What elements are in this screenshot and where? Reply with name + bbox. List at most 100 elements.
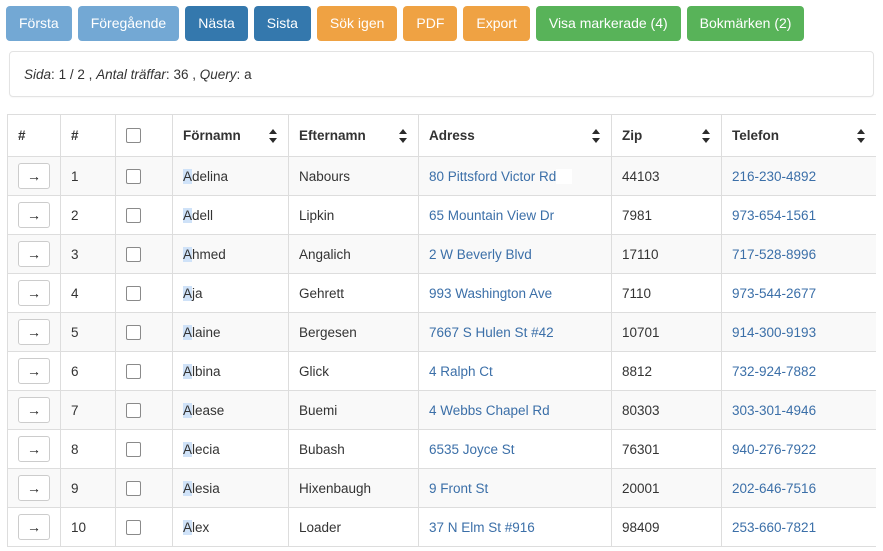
table-row: → 2 Adell Lipkin 65 Mountain View Dr 7981 973-… [7, 195, 876, 235]
phone-link[interactable]: 216-230-4892 [732, 169, 816, 184]
arrow-right-icon[interactable]: → [18, 436, 50, 462]
row-checkbox[interactable] [126, 480, 141, 496]
results-table-container: # # Förnamn Efternamn Adress Zip Telefon… [7, 114, 876, 551]
cell-zip: 8812 [611, 351, 722, 391]
sort-icon[interactable] [592, 128, 601, 143]
arrow-right-icon[interactable]: → [18, 475, 50, 501]
row-select-cell[interactable] [115, 195, 173, 235]
address-link[interactable]: 993 Washington Ave [429, 286, 552, 301]
cell-first-name: Alease [172, 390, 289, 430]
phone-link[interactable]: 717-528-8996 [732, 247, 816, 262]
first-name-rest: lease [192, 402, 225, 418]
row-number: 5 [60, 312, 116, 352]
address-link[interactable]: 7667 S Hulen St #42 [429, 325, 554, 340]
sort-icon[interactable] [269, 128, 278, 143]
search-match-highlight: A [183, 480, 193, 496]
row-select-cell[interactable] [115, 156, 173, 196]
column-header-zip[interactable]: Zip [611, 114, 722, 157]
row-select-cell[interactable] [115, 507, 173, 547]
row-go-cell: → [7, 156, 61, 196]
phone-link[interactable]: 732-924-7882 [732, 364, 816, 379]
phone-link[interactable]: 973-654-1561 [732, 208, 816, 223]
first-name-rest: lesia [192, 480, 220, 496]
row-select-cell[interactable] [115, 429, 173, 469]
query-colon: : [236, 66, 241, 82]
row-select-cell[interactable] [115, 390, 173, 430]
column-header-address[interactable]: Adress [418, 114, 612, 157]
arrow-right-icon[interactable]: → [18, 280, 50, 306]
bookmarks-button[interactable]: Bokmärken (2) [686, 6, 805, 41]
search-again-button[interactable]: Sök igen [316, 6, 398, 41]
row-select-cell[interactable] [115, 312, 173, 352]
row-checkbox[interactable] [126, 363, 141, 379]
row-go-cell: → [7, 195, 61, 235]
phone-link[interactable]: 973-544-2677 [732, 286, 816, 301]
column-header-go-label: # [18, 128, 26, 143]
phone-link[interactable]: 914-300-9193 [732, 325, 816, 340]
show-selected-button[interactable]: Visa markerade (4) [535, 6, 681, 41]
next-page-button[interactable]: Nästa [185, 6, 248, 41]
query-value: a [244, 66, 252, 82]
row-checkbox[interactable] [126, 285, 141, 301]
pdf-button[interactable]: PDF [403, 6, 458, 41]
sort-icon[interactable] [399, 128, 408, 143]
first-page-button[interactable]: Första [6, 6, 72, 41]
cell-last-name: Nabours [288, 156, 419, 196]
column-header-first-name[interactable]: Förnamn [172, 114, 289, 157]
phone-link[interactable]: 253-660-7821 [732, 520, 816, 535]
arrow-right-icon[interactable]: → [18, 319, 50, 345]
row-go-cell: → [7, 468, 61, 508]
row-select-cell[interactable] [115, 468, 173, 508]
address-link[interactable]: 80 Pittsford Victor Rd [429, 169, 556, 184]
export-button[interactable]: Export [463, 6, 530, 41]
phone-link[interactable]: 940-276-7922 [732, 442, 816, 457]
last-page-button[interactable]: Sista [253, 6, 311, 41]
arrow-right-icon[interactable]: → [18, 163, 50, 189]
column-header-select-all[interactable] [115, 114, 173, 157]
row-select-cell[interactable] [115, 351, 173, 391]
address-link[interactable]: 6535 Joyce St [429, 442, 515, 457]
row-checkbox[interactable] [126, 246, 141, 262]
address-link[interactable]: 9 Front St [429, 481, 488, 496]
row-select-cell[interactable] [115, 273, 173, 313]
row-checkbox[interactable] [126, 519, 141, 535]
arrow-right-icon[interactable]: → [18, 241, 50, 267]
previous-page-button[interactable]: Föregående [77, 6, 180, 41]
arrow-right-icon[interactable]: → [18, 202, 50, 228]
column-header-phone-label: Telefon [732, 128, 779, 143]
sort-icon[interactable] [857, 128, 866, 143]
phone-link[interactable]: 202-646-7516 [732, 481, 816, 496]
column-header-phone[interactable]: Telefon [721, 114, 876, 157]
table-row: → 10 Alex Loader 37 N Elm St #916 98409 253-66… [7, 507, 876, 547]
column-header-zip-label: Zip [622, 128, 643, 143]
row-checkbox[interactable] [126, 324, 141, 340]
first-name-rest: hmed [192, 246, 226, 262]
phone-link[interactable]: 303-301-4946 [732, 403, 816, 418]
row-go-cell: → [7, 273, 61, 313]
sep-1: , [88, 66, 93, 82]
address-link[interactable]: 4 Ralph Ct [429, 364, 493, 379]
sort-icon[interactable] [702, 128, 711, 143]
column-header-last-name[interactable]: Efternamn [288, 114, 419, 157]
cell-phone: 202-646-7516 [721, 468, 876, 508]
address-link[interactable]: 65 Mountain View Dr [429, 208, 554, 223]
row-checkbox[interactable] [126, 402, 141, 418]
address-link[interactable]: 2 W Beverly Blvd [429, 247, 532, 262]
address-link[interactable]: 37 N Elm St #916 [429, 520, 535, 535]
table-row: → 7 Alease Buemi 4 Webbs Chapel Rd 80303 303-3… [7, 390, 876, 430]
arrow-right-icon[interactable]: → [18, 358, 50, 384]
row-select-cell[interactable] [115, 234, 173, 274]
select-all-checkbox[interactable] [126, 128, 141, 143]
address-link[interactable]: 4 Webbs Chapel Rd [429, 403, 550, 418]
row-checkbox[interactable] [126, 168, 141, 184]
column-header-first-name-label: Förnamn [183, 128, 241, 143]
row-checkbox[interactable] [126, 441, 141, 457]
arrow-right-icon[interactable]: → [18, 397, 50, 423]
search-match-highlight: A [183, 402, 193, 418]
cell-phone: 303-301-4946 [721, 390, 876, 430]
cell-address: 7667 S Hulen St #42 [418, 312, 612, 352]
row-checkbox[interactable] [126, 207, 141, 223]
search-match-highlight: A [183, 519, 193, 535]
arrow-right-icon[interactable]: → [18, 514, 50, 540]
cell-address: 37 N Elm St #916 [418, 507, 612, 547]
